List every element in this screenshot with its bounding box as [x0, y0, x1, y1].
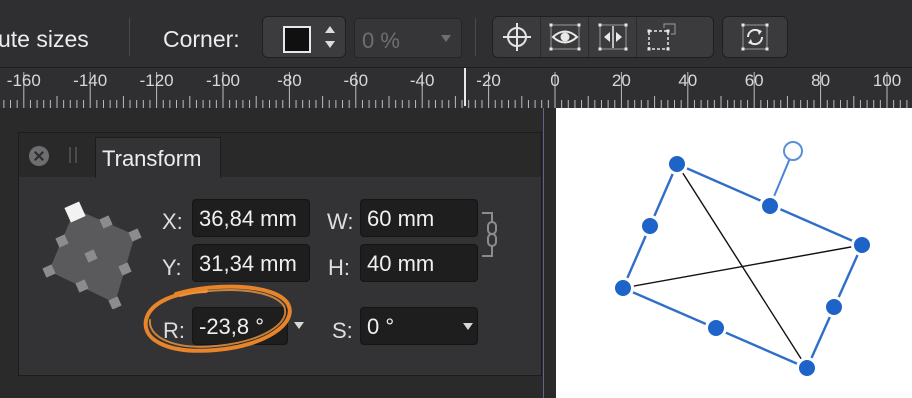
tab-transform[interactable]: Transform: [95, 137, 221, 178]
stepper-up-icon[interactable]: [325, 26, 335, 33]
use-absolute-sizes-label[interactable]: ute sizes: [0, 26, 89, 53]
x-position-value: 36,84 mm: [199, 206, 297, 231]
square-corner-icon: [283, 26, 311, 53]
resize-handle-top[interactable]: [759, 195, 781, 217]
ruler-label: -80: [277, 71, 302, 90]
anchor-point-selector[interactable]: [41, 199, 145, 309]
y-position-value: 31,34 mm: [199, 251, 297, 276]
transform-origin-icon: [647, 23, 676, 51]
toolbar-divider: [475, 18, 476, 56]
x-position-field[interactable]: 36,84 mm: [192, 199, 310, 237]
width-field[interactable]: 60 mm: [360, 199, 478, 237]
x-label: X:: [162, 209, 183, 234]
ruler-label: -20: [476, 71, 501, 90]
rotation-handle[interactable]: [783, 141, 803, 161]
horizontal-ruler[interactable]: -160 -140 -120 -100 -80 -60 -40 -20 0 20 40 60 80 100: [0, 68, 912, 108]
height-value: 40 mm: [367, 251, 435, 276]
cycle-selection-box-button[interactable]: [723, 17, 787, 57]
chevron-down-icon[interactable]: [441, 35, 451, 42]
cycle-icon: [741, 23, 769, 51]
resize-handle-bottom-right[interactable]: [796, 357, 818, 379]
height-field[interactable]: 40 mm: [360, 244, 478, 282]
ruler-label: 60: [744, 71, 764, 90]
corner-stepper[interactable]: [325, 24, 337, 50]
corner-label: Corner:: [163, 26, 240, 52]
shape-diagonal: [622, 244, 863, 289]
drag-grip-icon[interactable]: [69, 147, 77, 163]
y-label: Y:: [162, 255, 182, 280]
ruler-label: -120: [139, 71, 174, 90]
h-label: H:: [328, 255, 350, 280]
ruler-label: -140: [73, 71, 108, 90]
context-toolbar: ute sizes Corner: 0 %: [0, 0, 912, 68]
eye-icon: [549, 23, 580, 51]
selected-shape[interactable]: [556, 108, 912, 398]
resize-handle-top-left[interactable]: [666, 153, 688, 175]
y-position-field[interactable]: 31,34 mm: [192, 244, 310, 282]
corner-amount-field[interactable]: 0 %: [354, 18, 462, 58]
shear-dropdown-icon[interactable]: [463, 323, 473, 330]
tab-transform-label: Transform: [102, 146, 202, 171]
corner-type-dropdown[interactable]: [262, 16, 346, 58]
s-label: S:: [332, 318, 353, 343]
preview-button[interactable]: [541, 17, 589, 57]
ruler-label: 80: [811, 71, 831, 90]
ruler-label: 0: [550, 71, 560, 90]
close-icon[interactable]: [29, 146, 49, 166]
ruler-label: -40: [409, 71, 435, 90]
ruler-label: -100: [205, 71, 241, 90]
page-boundary: [543, 108, 544, 398]
shear-field[interactable]: 0 °: [360, 307, 478, 345]
flip-icon: [598, 23, 627, 51]
ruler-cursor-marker: [464, 68, 466, 106]
resize-handle-left[interactable]: [639, 215, 661, 237]
rotation-highlight-annotation: [143, 284, 292, 353]
snapping-button[interactable]: [493, 17, 541, 57]
toolbar-divider: [129, 18, 130, 56]
ruler-label: -160: [6, 71, 41, 90]
resize-handle-bottom-left[interactable]: [612, 277, 634, 299]
resize-handle-bottom[interactable]: [705, 317, 727, 339]
ruler-ticks: [3, 72, 908, 108]
width-value: 60 mm: [367, 206, 435, 231]
panel-header: Transform: [19, 133, 541, 178]
transform-tools-group: [492, 16, 714, 58]
ruler-label: -60: [343, 71, 369, 90]
resize-handle-right[interactable]: [823, 296, 845, 318]
ruler-label: 100: [872, 71, 902, 90]
flip-button[interactable]: [589, 17, 637, 57]
corner-amount-value: 0 %: [362, 28, 400, 53]
ruler-label: 40: [678, 71, 698, 90]
transform-origin-button[interactable]: [637, 17, 685, 57]
stepper-down-icon[interactable]: [325, 41, 335, 48]
cycle-tools-group: [722, 16, 788, 58]
crosshair-icon: [502, 23, 531, 51]
lock-aspect-ratio-icon[interactable]: [478, 210, 500, 260]
resize-handle-top-right[interactable]: [851, 234, 873, 256]
w-label: W:: [327, 209, 354, 234]
shear-value: 0 °: [367, 314, 395, 339]
ruler-label: 20: [611, 71, 631, 90]
